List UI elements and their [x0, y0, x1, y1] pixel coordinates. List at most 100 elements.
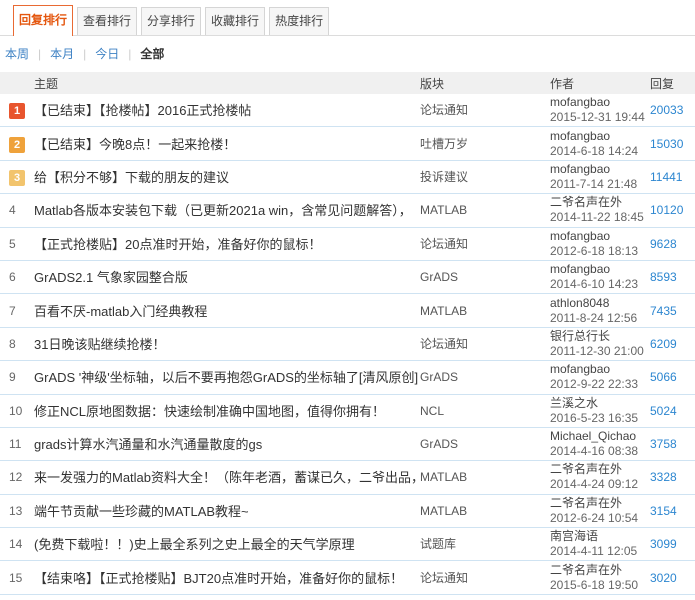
board-link[interactable]: MATLAB: [420, 504, 467, 518]
board-cell: GrADS: [420, 368, 550, 386]
reply-count-link[interactable]: 5024: [650, 404, 677, 418]
board-link[interactable]: MATLAB: [420, 304, 467, 318]
ranking-tab[interactable]: 回复排行: [13, 5, 73, 36]
reply-count-link[interactable]: 11441: [650, 170, 682, 184]
topic-title-link[interactable]: 给【积分不够】下载的朋友的建议: [34, 170, 229, 185]
time-filter-link[interactable]: 全部: [140, 47, 164, 61]
ranking-tab[interactable]: 收藏排行: [205, 7, 265, 35]
topic-cell: 【已结束】【抢楼帖】2016正式抢楼帖: [34, 100, 420, 120]
rank-badge: 4: [9, 203, 16, 217]
author-cell: 兰溪之水 2016-5-23 16:35: [550, 396, 650, 426]
board-cell: GrADS: [420, 435, 550, 453]
topic-cell: GrADS '神级'坐标轴，以后不要再抱怨GrADS的坐标轴了[清风原创]: [34, 367, 420, 387]
topic-title-link[interactable]: GrADS '神级'坐标轴，以后不要再抱怨GrADS的坐标轴了[清风原创]: [34, 370, 418, 385]
post-date: 2014-6-18 14:24: [550, 144, 650, 159]
board-link[interactable]: GrADS: [420, 437, 458, 451]
rank-badge: 8: [9, 337, 16, 351]
reply-count-link[interactable]: 3020: [650, 571, 677, 585]
board-link[interactable]: 论坛通知: [420, 571, 468, 585]
time-filter-link[interactable]: 今日: [95, 47, 140, 61]
reply-count-link[interactable]: 3758: [650, 437, 677, 451]
board-cell: 论坛通知: [420, 335, 550, 353]
topic-title-link[interactable]: grads计算水汽通量和水汽通量散度的gs: [34, 437, 262, 452]
table-row: 12 来一发强力的Matlab资料大全！（陈年老酒，蓄谋已久，二爷出品，必属精品…: [0, 461, 695, 494]
author-link[interactable]: 二爷名声在外: [550, 563, 650, 578]
author-link[interactable]: mofangbao: [550, 162, 650, 177]
topic-title-link[interactable]: (免费下载啦！！)史上最全系列之史上最全的天气学原理: [34, 537, 355, 552]
topic-title-link[interactable]: 百看不厌-matlab入门经典教程: [34, 304, 207, 319]
ranking-tab[interactable]: 热度排行: [269, 7, 329, 35]
author-link[interactable]: mofangbao: [550, 362, 650, 377]
board-link[interactable]: 投诉建议: [420, 170, 468, 184]
reply-count-link[interactable]: 9628: [650, 237, 677, 251]
rank-badge: 13: [9, 504, 22, 518]
author-link[interactable]: 二爷名声在外: [550, 195, 650, 210]
topic-title-link[interactable]: 31日晚该贴继续抢楼！: [34, 337, 165, 352]
time-filter-link[interactable]: 本月: [50, 47, 95, 61]
author-link[interactable]: mofangbao: [550, 95, 650, 110]
author-cell: 二爷名声在外 2014-11-22 18:45: [550, 195, 650, 225]
ranking-tab[interactable]: 分享排行: [141, 7, 201, 35]
topic-title-link[interactable]: 【结束咯】【正式抢楼贴】BJT20点准时开始，准备好你的鼠标！: [34, 571, 403, 586]
table-row: 9 GrADS '神级'坐标轴，以后不要再抱怨GrADS的坐标轴了[清风原创] …: [0, 361, 695, 394]
reply-count-link[interactable]: 3099: [650, 537, 677, 551]
post-date: 2011-12-30 21:00: [550, 344, 650, 359]
author-link[interactable]: Michael_Qichao: [550, 429, 650, 444]
reply-count-link[interactable]: 5066: [650, 370, 677, 384]
board-link[interactable]: GrADS: [420, 370, 458, 384]
board-link[interactable]: 论坛通知: [420, 237, 468, 251]
reply-count-link[interactable]: 3328: [650, 470, 677, 484]
topic-title-link[interactable]: 【正式抢楼贴】20点准时开始，准备好你的鼠标！: [34, 237, 321, 252]
topic-title-link[interactable]: 【已结束】今晚8点！一起来抢楼！: [34, 137, 236, 152]
reply-count-link[interactable]: 20033: [650, 103, 683, 117]
board-link[interactable]: MATLAB: [420, 203, 467, 217]
author-link[interactable]: athlon8048: [550, 296, 650, 311]
replies-cell: 6209: [650, 335, 695, 353]
author-link[interactable]: 二爷名声在外: [550, 462, 650, 477]
reply-count-link[interactable]: 15030: [650, 137, 683, 151]
time-filter-link[interactable]: 本周: [5, 47, 50, 61]
replies-cell: 20033: [650, 101, 695, 119]
author-cell: athlon8048 2011-8-24 12:56: [550, 296, 650, 326]
author-link[interactable]: 二爷名声在外: [550, 496, 650, 511]
board-link[interactable]: 试题库: [420, 537, 456, 551]
board-cell: MATLAB: [420, 468, 550, 486]
topic-title-link[interactable]: GrADS2.1 气象家园整合版: [34, 270, 188, 285]
author-link[interactable]: mofangbao: [550, 229, 650, 244]
author-link[interactable]: 兰溪之水: [550, 396, 650, 411]
topic-title-link[interactable]: 修正NCL原地图数据：快速绘制准确中国地图，值得你拥有！: [34, 404, 385, 419]
table-row: 2 【已结束】今晚8点！一起来抢楼！ 吐槽万岁 mofangbao 2014-6…: [0, 127, 695, 160]
replies-cell: 5024: [650, 402, 695, 420]
reply-count-link[interactable]: 10120: [650, 203, 683, 217]
author-link[interactable]: mofangbao: [550, 129, 650, 144]
author-link[interactable]: 南宫海语: [550, 529, 650, 544]
topic-title-link[interactable]: 【已结束】【抢楼帖】2016正式抢楼帖: [34, 103, 251, 118]
author-cell: mofangbao 2011-7-14 21:48: [550, 162, 650, 192]
reply-count-link[interactable]: 7435: [650, 304, 677, 318]
topic-title-link[interactable]: Matlab各版本安装包下载（已更新2021a win，含常见问题解答），: [34, 203, 412, 218]
topic-title-link[interactable]: 来一发强力的Matlab资料大全！（陈年老酒，蓄谋已久，二爷出品，必属精品！）: [34, 470, 420, 485]
table-body: 1 【已结束】【抢楼帖】2016正式抢楼帖 论坛通知 mofangbao 201…: [0, 94, 695, 595]
reply-count-link[interactable]: 3154: [650, 504, 677, 518]
ranking-tab[interactable]: 查看排行: [77, 7, 137, 35]
reply-count-link[interactable]: 6209: [650, 337, 677, 351]
rank-badge: 3: [9, 170, 25, 186]
author-link[interactable]: mofangbao: [550, 262, 650, 277]
table-row: 7 百看不厌-matlab入门经典教程 MATLAB athlon8048 20…: [0, 294, 695, 327]
board-link[interactable]: 论坛通知: [420, 337, 468, 351]
board-link[interactable]: GrADS: [420, 270, 458, 284]
topic-cell: Matlab各版本安装包下载（已更新2021a win，含常见问题解答），: [34, 200, 420, 220]
topic-cell: 【正式抢楼贴】20点准时开始，准备好你的鼠标！: [34, 234, 420, 254]
board-link[interactable]: MATLAB: [420, 470, 467, 484]
replies-cell: 9628: [650, 235, 695, 253]
reply-count-link[interactable]: 8593: [650, 270, 677, 284]
topic-title-link[interactable]: 端午节贡献一些珍藏的MATLAB教程~: [34, 504, 249, 519]
rank-badge: 1: [9, 103, 25, 119]
table-row: 5 【正式抢楼贴】20点准时开始，准备好你的鼠标！ 论坛通知 mofangbao…: [0, 228, 695, 261]
author-cell: 银行总行长 2011-12-30 21:00: [550, 329, 650, 359]
board-link[interactable]: 论坛通知: [420, 103, 468, 117]
board-link[interactable]: 吐槽万岁: [420, 137, 468, 151]
topic-cell: (免费下载啦！！)史上最全系列之史上最全的天气学原理: [34, 534, 420, 554]
author-link[interactable]: 银行总行长: [550, 329, 650, 344]
board-link[interactable]: NCL: [420, 404, 444, 418]
